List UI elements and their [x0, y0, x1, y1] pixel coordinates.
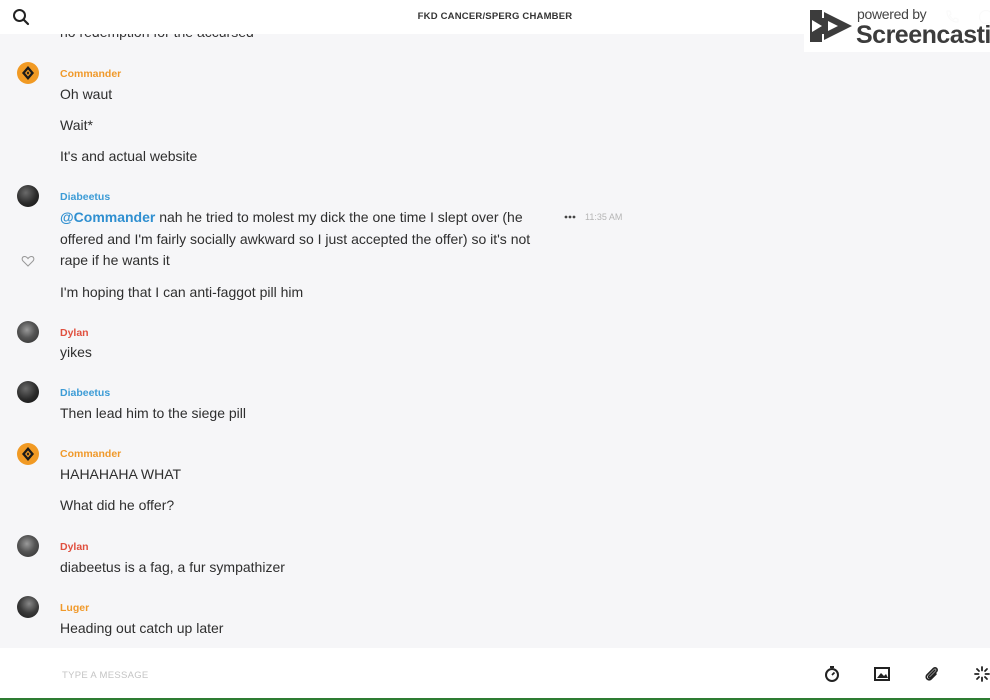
message-author[interactable]: Dylan: [60, 327, 89, 339]
message-text: Oh waut: [60, 86, 113, 102]
message-author[interactable]: Diabeetus: [60, 387, 110, 399]
image-icon[interactable]: [873, 665, 891, 683]
message-timestamp: 11:35 AM: [585, 212, 623, 222]
message-text: Wait*: [60, 117, 93, 133]
message-text: Then lead him to the siege pill: [60, 405, 246, 421]
screencastify-watermark: powered by Screencastify: [804, 2, 990, 52]
message-text: @Commander nah he tried to molest my dic…: [60, 207, 560, 272]
avatar-luger[interactable]: [17, 596, 39, 618]
message-author[interactable]: Commander: [60, 68, 121, 80]
message-text: It's and actual website: [60, 148, 198, 164]
message-author[interactable]: Diabeetus: [60, 191, 110, 203]
more-options-icon[interactable]: [563, 211, 577, 223]
timer-icon[interactable]: [823, 665, 841, 683]
screencastify-logo-icon: [810, 10, 852, 42]
user-mention[interactable]: @Commander: [60, 209, 155, 225]
watermark-brand: Screencastify: [856, 21, 990, 49]
message-text: diabeetus is a fag, a fur sympathizer: [60, 559, 285, 575]
avatar-commander[interactable]: [17, 62, 39, 84]
message-author[interactable]: Dylan: [60, 541, 89, 553]
heart-icon[interactable]: [21, 255, 35, 267]
avatar-diabeetus[interactable]: [17, 381, 39, 403]
commander-emblem-icon: [22, 447, 34, 461]
message-author[interactable]: Commander: [60, 448, 121, 460]
message-composer: [0, 648, 990, 700]
avatar-diabeetus[interactable]: [17, 185, 39, 207]
message-author[interactable]: Luger: [60, 602, 89, 614]
avatar-dylan[interactable]: [17, 535, 39, 557]
watermark-powered-by: powered by: [857, 6, 927, 22]
sparkle-icon[interactable]: [973, 665, 990, 683]
avatar-commander[interactable]: [17, 443, 39, 465]
message-text: I'm hoping that I can anti-faggot pill h…: [60, 284, 304, 300]
message-input[interactable]: [60, 662, 764, 688]
message-text: What did he offer?: [60, 497, 175, 513]
avatar-dylan[interactable]: [17, 321, 39, 343]
commander-emblem-icon: [22, 66, 34, 80]
message-text: HAHAHAHA WHAT: [60, 466, 182, 482]
paperclip-icon[interactable]: [923, 665, 941, 683]
message-text: yikes: [60, 344, 92, 360]
message-text: Heading out catch up later: [60, 620, 224, 636]
